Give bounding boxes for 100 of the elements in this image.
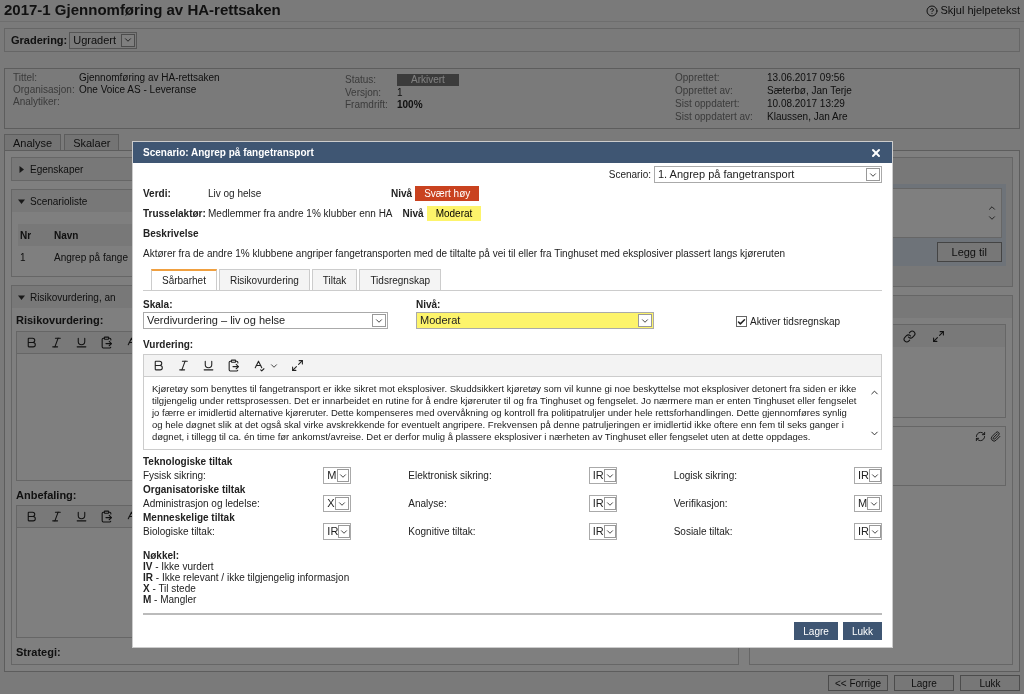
- footer-button[interactable]: << Forrige: [828, 675, 888, 691]
- chevron-icon: [123, 35, 134, 45]
- measure-select[interactable]: IR: [854, 523, 882, 540]
- tab[interactable]: Risikovurdering: [218, 269, 310, 290]
- measure-select[interactable]: M: [854, 495, 882, 512]
- field-label: Skala:: [143, 298, 173, 312]
- measure-label: Administrasjon og ledelse:: [143, 498, 260, 509]
- refresh-icon[interactable]: [975, 431, 986, 442]
- info-label: Framdrift:: [345, 99, 389, 111]
- scale-select[interactable]: Verdivurdering – liv og helse: [143, 312, 388, 329]
- info-value: 13.06.2017 09:56: [767, 72, 845, 85]
- field-label: Anbefaling:: [16, 487, 77, 503]
- bold-icon[interactable]: [152, 359, 165, 372]
- key-entry: IV - Ikke vurdert: [143, 561, 214, 572]
- group-heading: Organisatoriske tiltak: [143, 484, 246, 495]
- level-badge: Moderat: [426, 205, 482, 221]
- italic-icon[interactable]: [177, 359, 190, 372]
- measure-select[interactable]: M: [323, 467, 352, 484]
- info-value: 10.08.2017 13:29: [767, 98, 845, 111]
- measure-select[interactable]: IR: [854, 467, 882, 484]
- scroll-up-icon[interactable]: [987, 203, 997, 213]
- level-select[interactable]: Moderat: [416, 312, 654, 329]
- info-label: Sist oppdatert:: [675, 98, 741, 111]
- caret-icon[interactable]: [18, 293, 25, 301]
- info-label: Sist oppdatert av:: [675, 111, 754, 124]
- tab[interactable]: Tiltak: [311, 269, 358, 290]
- caret-icon[interactable]: [18, 197, 25, 205]
- info-value: Klaussen, Jan Are: [767, 111, 848, 124]
- footer-button[interactable]: Lukk: [960, 675, 1020, 691]
- info-label: Analytiker:: [13, 96, 61, 108]
- info-label: Opprettet:: [675, 72, 721, 85]
- dialog-button[interactable]: Lagre: [794, 622, 838, 640]
- measure-select[interactable]: IR: [323, 523, 352, 540]
- fact-label: Verdi:: [143, 186, 172, 201]
- measure-label: Verifikasjon:: [673, 498, 728, 509]
- key-entry: M - Mangler: [143, 594, 197, 605]
- classification-select[interactable]: Ugradert: [69, 31, 138, 49]
- status-badge: Arkivert: [397, 73, 459, 86]
- fact-value: Liv og helse: [208, 186, 263, 201]
- section-header[interactable]: Scenarioliste: [30, 193, 88, 209]
- measure-label: Biologiske tiltak:: [143, 526, 215, 537]
- modal-title: Scenario: Angrep på fangetransport: [143, 146, 314, 160]
- close-icon[interactable]: [870, 146, 882, 159]
- info-label: Versjon:: [345, 87, 383, 99]
- measure-select[interactable]: IR: [588, 523, 617, 540]
- checkbox-label: Aktiver tidsregnskap: [750, 315, 841, 329]
- measure-label: Analyse:: [408, 498, 447, 509]
- underline-icon[interactable]: [202, 359, 215, 372]
- measure-select[interactable]: IR: [588, 495, 617, 512]
- level-label: Nivå: [402, 206, 424, 221]
- field-label: Strategi:: [16, 644, 61, 660]
- section-header[interactable]: Risikovurdering, an: [30, 289, 116, 305]
- info-value: One Voice AS - Leveranse: [79, 84, 197, 96]
- info-value: 100%: [397, 99, 423, 111]
- scenario-label: Scenario:: [608, 168, 651, 182]
- tab[interactable]: Skalaer: [64, 134, 120, 150]
- measure-label: Logisk sikring:: [673, 470, 737, 481]
- measure-select[interactable]: X: [323, 495, 352, 512]
- info-label: Organisasjon:: [13, 84, 76, 96]
- field-label: Vurdering:: [143, 338, 194, 352]
- scroll-down-icon[interactable]: [987, 213, 997, 223]
- level-badge: Svært høy: [415, 185, 480, 201]
- link-icon[interactable]: [903, 329, 916, 343]
- caret-icon[interactable]: [18, 165, 25, 173]
- help-link[interactable]: Skjul hjelpetekst: [940, 2, 1020, 19]
- footer-button[interactable]: Lagre: [894, 675, 954, 691]
- editor[interactable]: [143, 354, 882, 450]
- column-header: Nr: [19, 228, 33, 243]
- paste-icon[interactable]: [227, 359, 240, 372]
- key-entry: IR - Ikke relevant / ikke tilgjengelig informasjon: [143, 572, 350, 583]
- group-heading: Teknologiske tiltak: [143, 456, 233, 467]
- measure-label: Kognitive tiltak:: [408, 526, 476, 537]
- tab[interactable]: Sårbarhet: [151, 269, 217, 290]
- dialog-button[interactable]: Lukk: [842, 622, 882, 640]
- field-label: Risikovurdering:: [16, 313, 104, 328]
- help-icon[interactable]: [925, 4, 938, 17]
- spellcheck-icon[interactable]: [252, 359, 265, 372]
- measure-label: Sosiale tiltak:: [673, 526, 733, 537]
- table-cell-text: Angrep på fange: [54, 250, 128, 265]
- paperclip-icon[interactable]: [990, 431, 1001, 442]
- description-text: Aktører fra de andre 1% klubbene angriper fangetransporten med de tiltalte på vei til eller fra Tinghuset med eksplosiver plassert langs kjøreruten: [143, 247, 786, 261]
- add-button[interactable]: Legg til: [936, 242, 1002, 262]
- tab[interactable]: Tidsregnskap: [359, 269, 442, 290]
- key-entry: X - Til stede: [143, 583, 196, 594]
- info-value: Sæterbø, Jan Terje: [767, 85, 852, 98]
- fact-label: Trusselaktør:: [143, 206, 207, 221]
- tab[interactable]: Analyse: [4, 134, 62, 150]
- scenario-select[interactable]: 1. Angrep på fangetransport: [654, 166, 882, 183]
- fullscreen-icon[interactable]: [291, 359, 304, 372]
- classification-label: Gradering:: [11, 32, 68, 48]
- info-label: Status:: [345, 73, 378, 86]
- section-header[interactable]: Egenskaper: [30, 161, 84, 177]
- group-heading: Menneskelige tiltak: [143, 512, 235, 523]
- key-title: Nøkkel:: [143, 550, 180, 561]
- info-value: Gjennomføring av HA-rettsaken: [79, 72, 220, 84]
- page-title: 2017-1 Gjennomføring av HA-rettsaken: [4, 0, 281, 21]
- checkbox[interactable]: [736, 316, 747, 327]
- measure-select[interactable]: IR: [588, 467, 617, 484]
- section-heading: Beskrivelse: [143, 227, 200, 241]
- info-label: Tittel:: [13, 72, 39, 84]
